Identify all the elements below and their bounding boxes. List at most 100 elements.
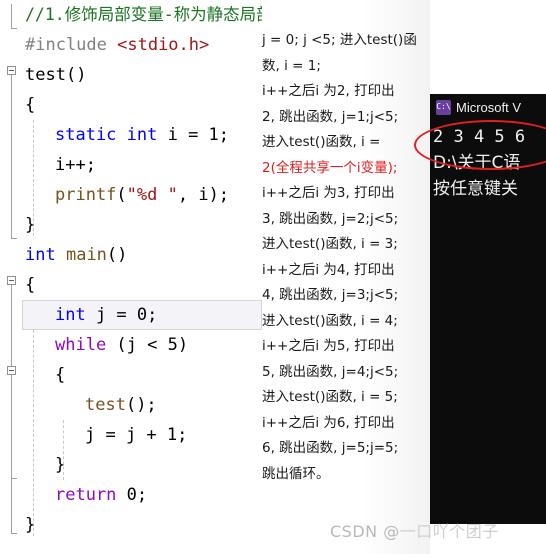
annotation-text: 进入test()函数, i = 4; — [262, 312, 398, 329]
code-line[interactable]: } — [19, 210, 262, 240]
annotation-line: 2(全程共享一个i变量); — [262, 156, 430, 182]
code-token: static int — [55, 125, 158, 145]
annotation-line: 进入test()函数, i = 5; — [262, 385, 430, 411]
annotation-text: i++之后i 为3, 打印出 — [262, 185, 395, 201]
code-token: int — [25, 245, 56, 265]
code-token: { — [25, 95, 36, 115]
annotation-notes: j = 0; j <5; 进入test()函 数, i = 1; i++之后i 为2… — [262, 28, 430, 487]
command-prompt-icon-glyph: C:\ — [436, 102, 451, 111]
fold-region-foot-comment — [11, 28, 17, 29]
console-output-numbers: 2 3 4 5 6 — [433, 127, 526, 147]
code-line[interactable]: int j = 0; — [19, 300, 262, 330]
code-token: int — [55, 305, 86, 325]
code-line[interactable]: } — [19, 450, 262, 480]
code-line[interactable]: printf("%d ", i); — [19, 180, 262, 210]
annotation-text: 进入test()函数, i = 5; — [262, 389, 398, 405]
code-token: #include — [25, 35, 118, 55]
annotation-line: 5, 跳出函数, j=4;j<5; — [262, 360, 430, 386]
fold-region-foot-while — [11, 478, 17, 479]
code-line[interactable]: int main() — [19, 240, 262, 270]
annotation-line: 3, 跳出函数, j=2;j<5; — [262, 207, 430, 233]
code-token: test — [25, 65, 66, 85]
fold-region-line-comment — [11, 4, 12, 28]
annotation-text: i++之后i 为5, 打印出 — [262, 338, 395, 354]
annotation-line: 2, 跳出函数, j=1;j<5; — [262, 105, 430, 131]
annotation-line: 进入test()函数, i = 3; — [262, 232, 430, 258]
code-token: test — [85, 395, 126, 415]
code-line[interactable]: static int i = 1; — [19, 120, 262, 150]
annotation-text: 跳出循环。 — [262, 465, 330, 482]
annotation-line: i++之后i 为5, 打印出 — [262, 334, 430, 360]
code-token: } — [25, 215, 36, 235]
code-lines-container[interactable]: //1.修饰局部变量-称为静态局部变量#include <stdio.h>tes… — [19, 0, 262, 554]
annotation-text: j = 0; j <5; 进入test()函 — [262, 32, 417, 48]
code-token: return — [55, 485, 117, 505]
code-line[interactable]: j = j + 1; — [19, 420, 262, 450]
console-title-text: Microsoft V — [456, 99, 522, 115]
fold-toggle-main-function[interactable] — [7, 276, 16, 285]
console-output-body: 2 3 4 5 6 D:\关于C语 按任意键关 — [430, 120, 546, 202]
code-token: (); — [125, 395, 157, 415]
annotation-text: 数, i = 1; — [262, 57, 321, 74]
code-token: j = j + 1; — [85, 425, 188, 445]
annotation-text: i++之后i 为4, 打印出 — [262, 261, 395, 278]
code-token: //1.修饰局部变量-称为静态局部变量 — [25, 5, 262, 24]
command-prompt-icon: C:\ — [436, 99, 451, 115]
watermark-author: 一口吖个团子 — [399, 522, 499, 541]
annotation-text: ); — [387, 159, 398, 176]
annotation-text: 全程共享一个i变量 — [275, 159, 388, 176]
code-line[interactable]: { — [19, 360, 262, 390]
code-line[interactable]: test() — [19, 60, 262, 90]
code-line[interactable]: } — [19, 510, 262, 540]
code-line[interactable]: while (j < 5) — [19, 330, 262, 360]
annotation-line: i++之后i 为2, 打印出 — [262, 79, 430, 105]
code-token: j = 0; — [85, 305, 158, 325]
annotation-line: i++之后i 为6, 打印出 — [262, 411, 430, 437]
annotation-line: i++之后i 为4, 打印出 — [262, 258, 430, 284]
code-token: , i); — [177, 185, 230, 205]
annotation-line: j = 0; j <5; 进入test()函 — [262, 28, 430, 54]
fold-toggle-while-loop[interactable] — [7, 366, 16, 375]
code-token: while — [55, 335, 107, 355]
annotation-text: 4, 跳出函数, j=3;j<5; — [262, 287, 399, 303]
annotation-text: i++之后i 为2, 打印出 — [262, 83, 395, 99]
fold-region-foot-main — [11, 533, 17, 534]
code-token: i = 1; — [157, 125, 230, 145]
code-token: <stdio.h> — [117, 35, 210, 55]
console-title-bar[interactable]: C:\ Microsoft V — [430, 94, 546, 120]
annotation-line: 6, 跳出函数, j=5;j=5; — [262, 436, 430, 462]
screenshot-root: //1.修饰局部变量-称为静态局部变量#include <stdio.h>tes… — [0, 0, 546, 554]
annotation-line: i++之后i 为3, 打印出 — [262, 181, 430, 207]
editor-folding-gutter[interactable] — [5, 0, 19, 554]
console-window[interactable]: C:\ Microsoft V 2 3 4 5 6 D:\关于C语 按任意键关 — [430, 94, 546, 524]
watermark-prefix: CSDN @ — [330, 522, 400, 541]
watermark: CSDN @一口吖个团子 — [330, 518, 499, 542]
code-line[interactable]: { — [19, 270, 262, 300]
fold-region-line-test — [11, 75, 12, 238]
annotation-text: 进入test()函数, i = — [262, 134, 381, 150]
code-token: { — [55, 365, 66, 385]
code-token: 0; — [116, 485, 148, 505]
code-line[interactable]: //1.修饰局部变量-称为静态局部变量 — [19, 0, 262, 30]
code-token: () — [65, 65, 87, 85]
code-token: printf — [55, 185, 117, 205]
code-token: main — [65, 245, 107, 265]
annotation-line: 进入test()函数, i = 4; — [262, 309, 430, 335]
code-line[interactable]: { — [19, 90, 262, 120]
annotation-text: 6, 跳出函数, j=5;j=5; — [262, 440, 399, 456]
fold-region-foot-test — [11, 238, 17, 239]
code-editor-pane[interactable]: //1.修饰局部变量-称为静态局部变量#include <stdio.h>tes… — [0, 0, 262, 554]
code-line[interactable]: return 0; — [19, 480, 262, 510]
code-token: } — [25, 515, 36, 535]
console-output-prompt: 按任意键关 — [433, 179, 518, 199]
code-line[interactable]: test(); — [19, 390, 262, 420]
code-line[interactable]: i++; — [19, 150, 262, 180]
fold-toggle-test-function[interactable] — [7, 66, 16, 75]
code-line[interactable]: #include <stdio.h> — [19, 30, 262, 60]
code-token: (j < 5) — [106, 335, 189, 355]
code-token: i++; — [55, 155, 96, 175]
annotation-text: 2, 跳出函数, j=1;j<5; — [262, 108, 399, 125]
annotation-line: 4, 跳出函数, j=3;j<5; — [262, 283, 430, 309]
fold-region-line-while — [11, 375, 12, 478]
